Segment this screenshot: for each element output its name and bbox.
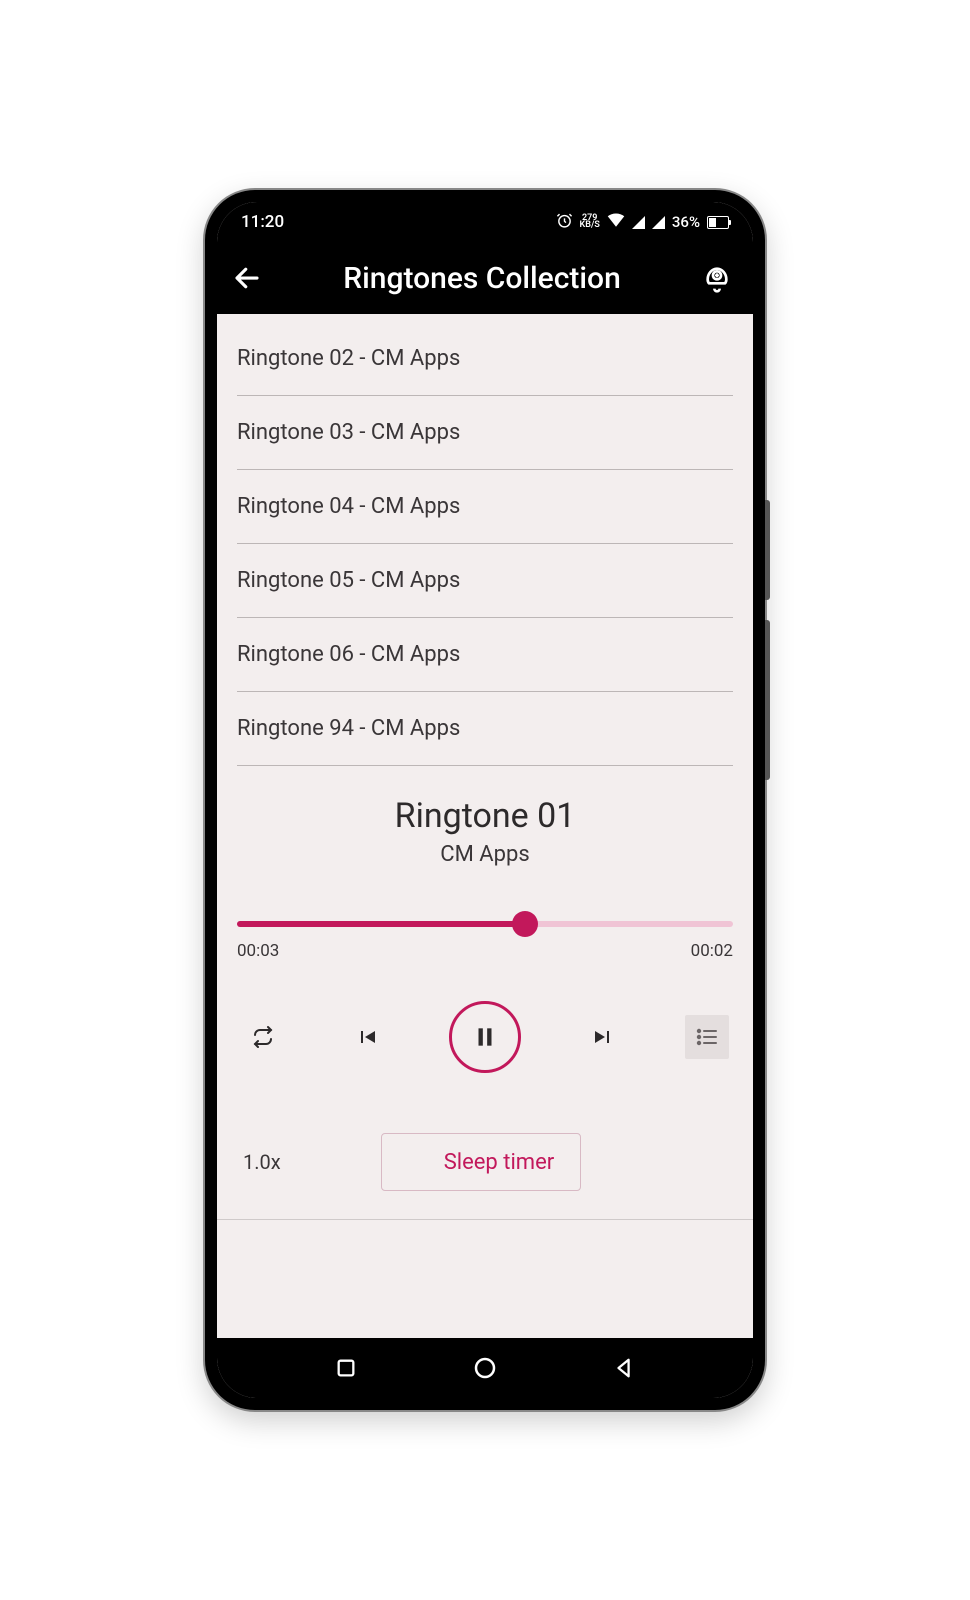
moon-icon [408,1148,430,1176]
playback-speed[interactable]: 1.0x [243,1150,281,1174]
time-elapsed: 00:03 [237,941,279,961]
list-item[interactable]: Ringtone 03 - CM Apps [237,396,733,470]
net-speed-unit: KB/S [580,222,600,229]
previous-button[interactable] [345,1015,389,1059]
list-item[interactable]: Ringtone 06 - CM Apps [237,618,733,692]
screen: 11:20 279 KB/S 36% [217,202,753,1398]
progress-thumb[interactable] [512,911,538,937]
progress-bar[interactable] [237,921,733,927]
now-playing-artist: CM Apps [237,842,733,867]
add-ringtone-button[interactable] [699,260,735,296]
player-panel: Ringtone 01 CM Apps 00:03 00:02 [217,766,753,1219]
list-item[interactable]: Ringtone 04 - CM Apps [237,470,733,544]
network-speed: 279 KB/S [580,215,600,229]
list-item[interactable]: Ringtone 94 - CM Apps [237,692,733,766]
app-title: Ringtones Collection [283,261,681,296]
ringtone-list: Ringtone 02 - CM Apps Ringtone 03 - CM A… [217,314,753,766]
queue-button[interactable] [685,1015,729,1059]
spacer [217,1220,753,1338]
sleep-timer-button[interactable]: Sleep timer [381,1133,582,1191]
power-button [765,620,770,780]
time-remaining: 00:02 [691,941,733,961]
battery-icon [707,216,729,229]
phone-frame: 11:20 279 KB/S 36% [205,190,765,1410]
status-bar: 11:20 279 KB/S 36% [217,202,753,242]
now-playing-title: Ringtone 01 [237,796,733,836]
pause-button[interactable] [449,1001,521,1073]
signal-icon-2 [652,216,665,229]
back-button[interactable] [229,260,265,296]
battery-pct: 36% [672,213,700,231]
list-item[interactable]: Ringtone 05 - CM Apps [237,544,733,618]
list-item[interactable]: Ringtone 02 - CM Apps [237,322,733,396]
progress-fill [237,921,525,927]
signal-icon-1 [632,216,645,229]
alarm-icon [556,212,573,233]
repeat-button[interactable] [241,1015,285,1059]
next-button[interactable] [581,1015,625,1059]
system-nav-bar [217,1338,753,1398]
status-time: 11:20 [241,212,284,232]
wifi-icon [607,213,625,231]
status-indicators: 279 KB/S 36% [556,212,729,233]
volume-button [765,500,770,600]
sleep-timer-label: Sleep timer [444,1150,555,1175]
app-bar: Ringtones Collection [217,242,753,314]
progress-container: 00:03 00:02 [237,921,733,961]
home-button[interactable] [465,1348,505,1388]
player-bottom-row: 1.0x Sleep timer [237,1133,733,1207]
player-controls [237,1001,733,1073]
progress-times: 00:03 00:02 [237,941,733,961]
back-nav-button[interactable] [604,1348,644,1388]
recent-apps-button[interactable] [326,1348,366,1388]
content: Ringtone 02 - CM Apps Ringtone 03 - CM A… [217,314,753,1338]
